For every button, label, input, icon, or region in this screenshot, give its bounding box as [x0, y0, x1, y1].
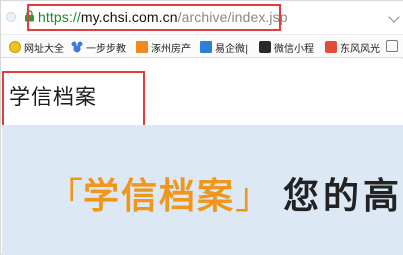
browser-window: https://my.chsi.com.cn/archive/index.jsp…: [0, 0, 403, 255]
bookmark-label: 易企微|: [215, 43, 249, 55]
bookmark-label: 微信小程: [274, 43, 314, 55]
globe-icon: [9, 41, 21, 53]
bookmark-label: 东风风光: [340, 43, 380, 55]
house-icon: [136, 41, 148, 53]
banner-tagline: 您的高: [283, 176, 403, 217]
banner-slogan: 「学信档案」 您的高: [47, 179, 403, 215]
bookmark-item[interactable]: 易企微|: [200, 39, 248, 55]
bookmark-item[interactable]: 东风风光: [325, 39, 380, 55]
chevron-down-icon[interactable]: [388, 11, 400, 23]
banner-brand: 学信档案: [83, 176, 236, 217]
page-icon: [6, 12, 16, 22]
bracket-close: 」: [235, 176, 272, 217]
address-bar[interactable]: https://my.chsi.com.cn/archive/index.jsp: [1, 1, 403, 34]
bookmark-label: 涿州房产: [151, 43, 191, 55]
document-icon: [200, 41, 212, 53]
url-highlight-box: [27, 4, 281, 31]
bookmark-item[interactable]: 微信小程: [259, 39, 314, 55]
bookmark-label: 网址大全: [24, 43, 64, 55]
brand-icon: [325, 41, 337, 53]
bookmark-item[interactable]: 网址大全: [9, 39, 64, 55]
extension-icon[interactable]: [386, 40, 398, 52]
wechat-icon: [259, 41, 271, 53]
paw-icon: [71, 41, 83, 53]
bookmark-label: 一步步教: [86, 43, 126, 55]
bookmarks-bar: 网址大全 一步步教 涿州房产 易企微| 微信小程 东风风光: [1, 34, 403, 58]
bookmark-item[interactable]: 一步步教: [71, 39, 126, 55]
bookmark-item[interactable]: 涿州房产: [136, 39, 191, 55]
bracket-open: 「: [47, 176, 84, 217]
